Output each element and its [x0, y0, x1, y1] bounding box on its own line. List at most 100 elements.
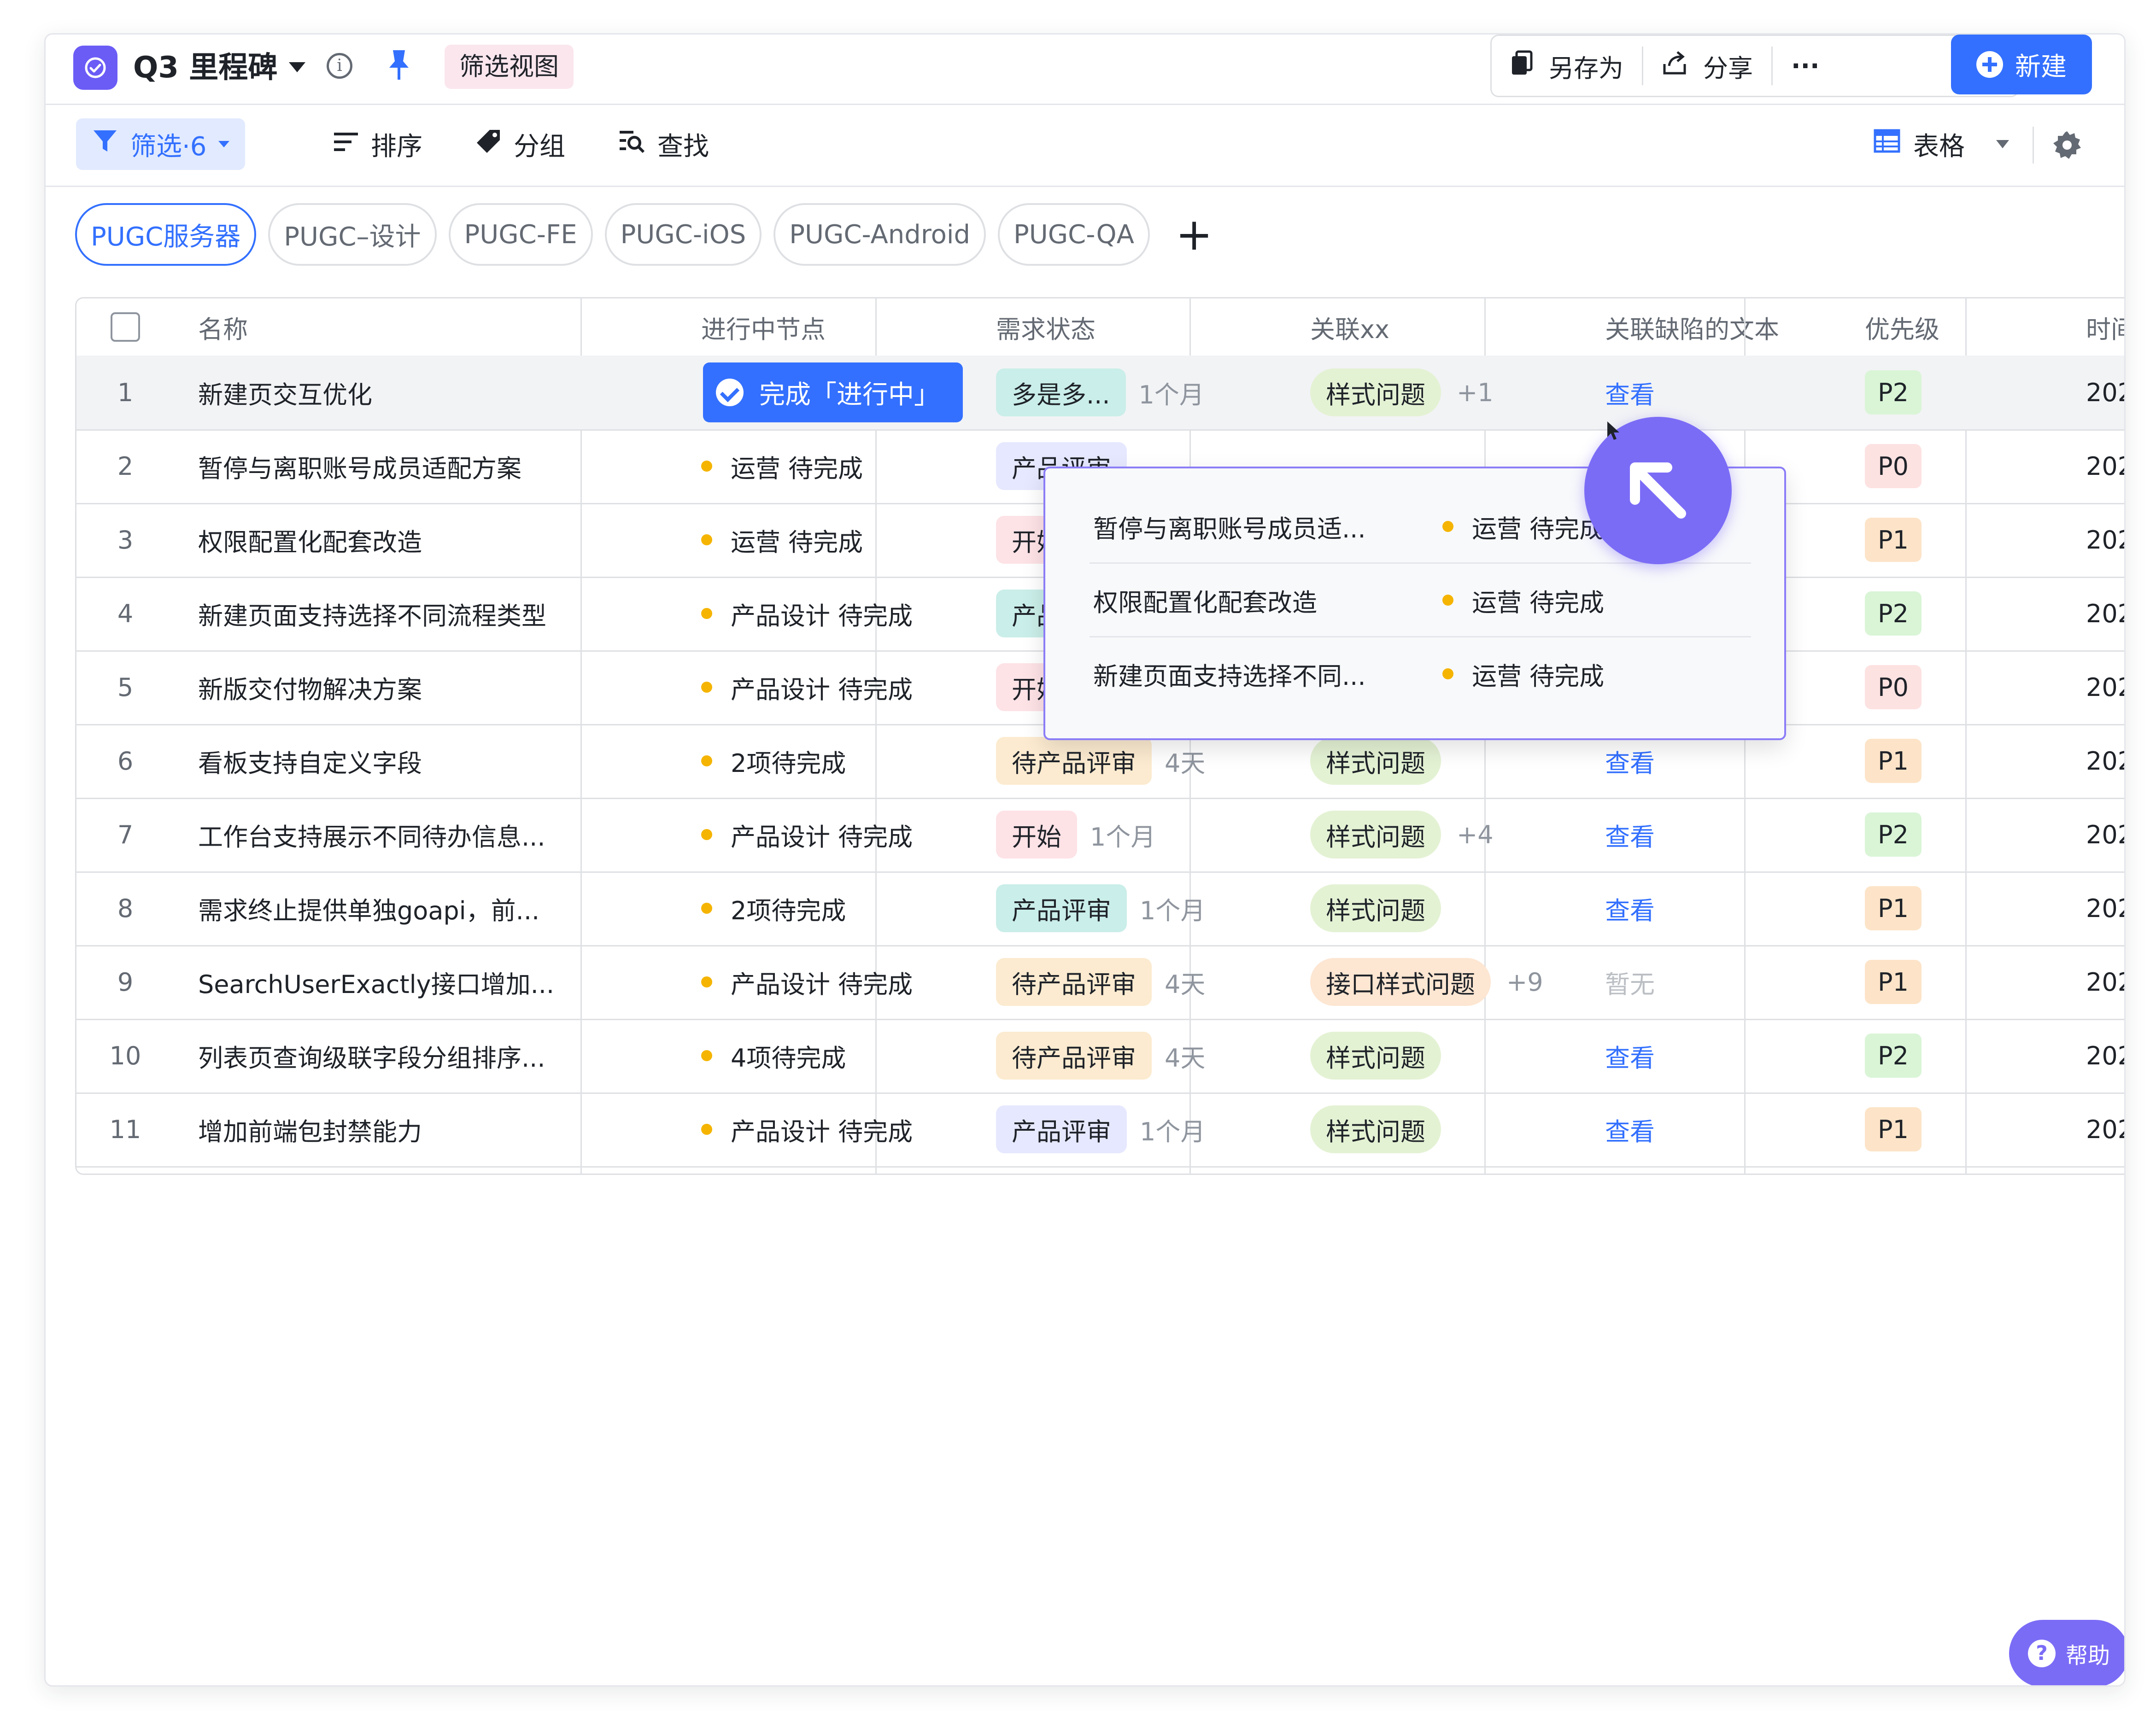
page-title[interactable]: Q3 里程碑: [133, 51, 277, 84]
record-name[interactable]: 工作台支持展示不同待办信息...: [174, 798, 679, 871]
view-link[interactable]: 查看: [1605, 374, 1655, 411]
priority-cell[interactable]: P2: [1843, 577, 2064, 650]
node-cell[interactable]: 2项待完成: [679, 724, 974, 798]
related-extra-count[interactable]: +9: [1506, 968, 1543, 997]
related-cell[interactable]: 样式问题: [1288, 1092, 1583, 1166]
priority-cell[interactable]: P1: [1843, 945, 2064, 1019]
table-row[interactable]: 11 增加前端包封禁能力产品设计 待完成产品评审 1个月 样式问题 查看 P1 2023-0…: [76, 1092, 2124, 1168]
table-row[interactable]: 10 列表页查询级联字段分组排序... 4项待完成 待产品评审 4天 样式问题 查看 P2 20…: [76, 1019, 2124, 1094]
related-cell[interactable]: 样式问题: [1288, 871, 1583, 945]
priority-cell[interactable]: P1: [1843, 503, 2064, 577]
time-cell[interactable]: 2023-04-1: [2064, 798, 2124, 871]
node-cell[interactable]: 2项待完成: [679, 871, 974, 945]
save-as-button[interactable]: 另存为: [1492, 36, 1642, 96]
record-name[interactable]: 新版交付物解决方案: [174, 650, 679, 724]
find-button[interactable]: 查找: [603, 118, 725, 170]
priority-cell[interactable]: P0: [1843, 650, 2064, 724]
time-cell[interactable]: 2023-05-0: [2064, 871, 2124, 945]
filter-button[interactable]: 筛选·6: [76, 118, 246, 170]
column-header-link-text[interactable]: 关联缺陷的文本: [1583, 298, 1843, 356]
time-cell[interactable]: 2023-05-0: [2064, 945, 2124, 1019]
record-name[interactable]: SearchUserExactly接口增加...: [174, 945, 679, 1019]
view-link[interactable]: 查看: [1605, 890, 1655, 927]
time-cell[interactable]: 2023-05-0: [2064, 503, 2124, 577]
node-complete-button[interactable]: 完成「进行中」: [703, 362, 963, 422]
node-cell[interactable]: 产品设计 待完成: [679, 798, 974, 871]
view-link[interactable]: 查看: [1605, 1038, 1655, 1074]
add-tab-icon[interactable]: +: [1176, 211, 1213, 257]
record-name[interactable]: 权限配置化配套改造: [174, 503, 679, 577]
group-button[interactable]: 分组: [460, 118, 581, 170]
record-name[interactable]: 列表页查询级联字段分组排序...: [174, 1019, 679, 1092]
column-header-name[interactable]: 名称: [174, 298, 679, 356]
node-cell[interactable]: 产品设计 待完成: [679, 650, 974, 724]
time-cell[interactable]: 2023-04-1: [2064, 1092, 2124, 1166]
view-link[interactable]: 查看: [1605, 743, 1655, 779]
related-tag[interactable]: 样式问题: [1310, 1105, 1441, 1153]
record-name[interactable]: 需求终止提供单独goapi，前...: [174, 871, 679, 945]
related-tag[interactable]: 样式问题: [1310, 884, 1441, 932]
share-button[interactable]: 分享: [1643, 36, 1771, 96]
tab-pugc-ios[interactable]: PUGC-iOS: [604, 203, 762, 266]
record-name[interactable]: 新建页交互优化: [174, 356, 679, 429]
link-cell[interactable]: 暂无: [1583, 945, 1843, 1019]
pin-icon[interactable]: [387, 48, 411, 83]
table-row[interactable]: 8 需求终止提供单独goapi，前... 2项待完成 产品评审 1个月 样式问题 查看 P1 2…: [76, 871, 2124, 946]
related-tag[interactable]: 样式问题: [1310, 811, 1441, 859]
link-cell[interactable]: 查看: [1583, 1092, 1843, 1166]
status-cell[interactable]: 开始 1个月: [974, 798, 1288, 871]
view-mode-selector[interactable]: 表格: [1874, 118, 2009, 170]
related-tag[interactable]: 接口样式问题: [1310, 958, 1491, 1006]
related-extra-count[interactable]: +1: [1457, 378, 1494, 407]
column-header-status[interactable]: 需求状态: [974, 298, 1288, 356]
related-cell[interactable]: 样式问题 +4: [1288, 798, 1583, 871]
column-header-priority[interactable]: 优先级: [1843, 298, 2064, 356]
node-cell[interactable]: 完成「进行中」: [679, 356, 974, 429]
tab-pugc-fe[interactable]: PUGC-FE: [448, 203, 593, 266]
related-tag[interactable]: 样式问题: [1310, 1032, 1441, 1080]
record-name[interactable]: 新建页面支持选择不同流程类型: [174, 577, 679, 650]
priority-cell[interactable]: P0: [1843, 429, 2064, 503]
tab-pugc-server[interactable]: PUGC服务器: [75, 203, 257, 266]
related-tag[interactable]: 样式问题: [1310, 737, 1441, 785]
gear-icon[interactable]: [2052, 130, 2082, 162]
link-cell[interactable]: 查看: [1583, 798, 1843, 871]
node-cell[interactable]: 运营 待完成: [679, 429, 974, 503]
time-cell[interactable]: 2023-04-14: [2064, 356, 2124, 429]
record-name[interactable]: 增加前端包封禁能力: [174, 1092, 679, 1166]
info-icon[interactable]: i: [327, 53, 352, 79]
record-name[interactable]: 暂停与离职账号成员适配方案: [174, 429, 679, 503]
status-cell[interactable]: 待产品评审 4天: [974, 945, 1288, 1019]
table-row[interactable]: 1 新建页交互优化完成「进行中」多是多... 1个月 样式问题 +1 查看 P2 2023-0…: [76, 356, 2124, 431]
sort-button[interactable]: 排序: [317, 118, 438, 170]
link-cell[interactable]: 查看: [1583, 1019, 1843, 1092]
priority-cell[interactable]: P1: [1843, 1092, 2064, 1166]
select-all-checkbox[interactable]: [111, 312, 140, 342]
node-cell[interactable]: 产品设计 待完成: [679, 577, 974, 650]
view-link[interactable]: 查看: [1605, 1111, 1655, 1148]
related-extra-count[interactable]: +4: [1457, 820, 1494, 849]
time-cell[interactable]: 2021-11-28: [2064, 429, 2124, 503]
popover-item[interactable]: 权限配置化配套改造 运营 待完成: [1045, 563, 1784, 637]
link-cell[interactable]: 查看: [1583, 871, 1843, 945]
view-link[interactable]: 查看: [1605, 817, 1655, 853]
more-options-button[interactable]: ···: [1773, 36, 1838, 96]
related-cell[interactable]: 接口样式问题 +9: [1288, 945, 1583, 1019]
table-row[interactable]: 9 SearchUserExactly接口增加... 产品设计 待完成 待产品评审 4天…: [76, 945, 2124, 1020]
node-cell[interactable]: 运营 待完成: [679, 503, 974, 577]
related-cell[interactable]: 样式问题: [1288, 1019, 1583, 1092]
tab-pugc-design[interactable]: PUGC–设计: [268, 203, 437, 266]
status-cell[interactable]: 待产品评审 4天: [974, 1019, 1288, 1092]
priority-cell[interactable]: P2: [1843, 1019, 2064, 1092]
time-cell[interactable]: 2023-05-0: [2064, 577, 2124, 650]
column-header-related[interactable]: 关联xx: [1288, 298, 1583, 356]
new-record-button[interactable]: 新建: [1951, 35, 2092, 94]
time-cell[interactable]: 2023-04-1: [2064, 1019, 2124, 1092]
tab-pugc-android[interactable]: PUGC-Android: [773, 203, 986, 266]
table-row[interactable]: 7 工作台支持展示不同待办信息... 产品设计 待完成 开始 1个月 样式问题 +4 查看 P2…: [76, 798, 2124, 873]
time-cell[interactable]: 2023-04-2: [2064, 724, 2124, 798]
popover-item[interactable]: 新建页面支持选择不同... 运营 待完成: [1045, 637, 1784, 711]
status-cell[interactable]: 产品评审 1个月: [974, 1092, 1288, 1166]
node-cell[interactable]: 4项待完成: [679, 1019, 974, 1092]
priority-cell[interactable]: P2: [1843, 798, 2064, 871]
